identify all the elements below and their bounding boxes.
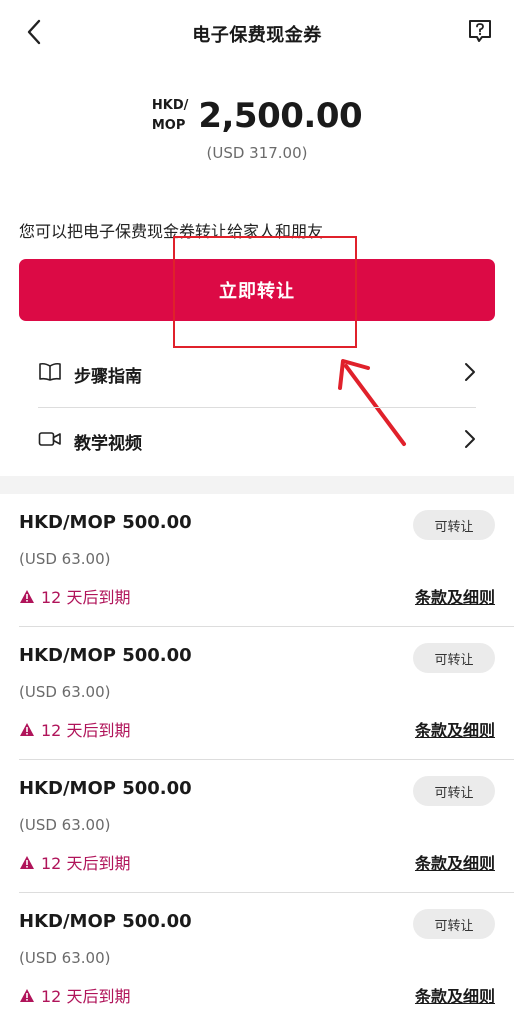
voucher-amount: HKD/MOP 500.00: [19, 778, 192, 799]
terms-link[interactable]: 条款及细则: [415, 983, 495, 1007]
warning-triangle-icon: [19, 855, 35, 870]
transferable-badge: 可转让: [413, 909, 495, 939]
transferable-badge: 可转让: [413, 643, 495, 673]
voucher-expiry: 12 天后到期: [19, 983, 130, 1007]
warning-triangle-icon: [19, 589, 35, 604]
voucher-usd: (USD 63.00): [19, 550, 111, 568]
header-bar: 电子保费现金券: [0, 0, 514, 68]
terms-link[interactable]: 条款及细则: [415, 584, 495, 608]
voucher-expiry: 12 天后到期: [19, 850, 130, 874]
voucher-item: HKD/MOP 500.00 (USD 63.00) 可转让 12 天后到期 条…: [0, 893, 514, 1024]
voucher-item: HKD/MOP 500.00 (USD 63.00) 可转让 12 天后到期 条…: [0, 627, 514, 760]
voucher-page: 电子保费现金券 HKD/ MOP 2,500.00 (USD 317.00) 您…: [0, 0, 514, 1024]
voucher-amount: HKD/MOP 500.00: [19, 645, 192, 666]
voucher-amount: HKD/MOP 500.00: [19, 512, 192, 533]
voucher-expiry-text: 12 天后到期: [41, 987, 131, 1006]
page-title: 电子保费现金券: [192, 25, 322, 46]
voucher-expiry: 12 天后到期: [19, 584, 130, 608]
currency-label: HKD/ MOP: [151, 98, 189, 133]
voucher-expiry-text: 12 天后到期: [41, 588, 131, 607]
tutorial-video-row[interactable]: 教学视频: [38, 408, 476, 474]
voucher-item: HKD/MOP 500.00 (USD 63.00) 可转让 12 天后到期 条…: [0, 760, 514, 893]
voucher-usd: (USD 63.00): [19, 949, 111, 967]
terms-link[interactable]: 条款及细则: [415, 717, 495, 741]
chevron-right-icon: [464, 429, 476, 453]
voucher-usd: (USD 63.00): [19, 816, 111, 834]
terms-link[interactable]: 条款及细则: [415, 850, 495, 874]
video-camera-icon: [38, 430, 62, 452]
warning-triangle-icon: [19, 988, 35, 1003]
tutorial-video-label: 教学视频: [74, 433, 142, 454]
chevron-right-icon: [464, 362, 476, 386]
step-guide-label: 步骤指南: [74, 366, 142, 387]
transferable-badge: 可转让: [413, 510, 495, 540]
warning-triangle-icon: [19, 722, 35, 737]
book-icon: [38, 362, 62, 386]
voucher-expiry-text: 12 天后到期: [41, 721, 131, 740]
total-amount: 2,500.00: [198, 96, 363, 136]
voucher-item: HKD/MOP 500.00 (USD 63.00) 可转让 12 天后到期 条…: [0, 494, 514, 627]
voucher-expiry: 12 天后到期: [19, 717, 130, 741]
total-amount-section: HKD/ MOP 2,500.00 (USD 317.00): [0, 94, 514, 162]
help-question-icon: [467, 18, 493, 48]
voucher-amount: HKD/MOP 500.00: [19, 911, 192, 932]
total-usd-equivalent: (USD 317.00): [206, 144, 308, 162]
step-guide-row[interactable]: 步骤指南: [38, 341, 476, 407]
voucher-usd: (USD 63.00): [19, 683, 111, 701]
voucher-expiry-text: 12 天后到期: [41, 854, 131, 873]
annotation-highlight-box: [173, 236, 357, 348]
transferable-badge: 可转让: [413, 776, 495, 806]
help-button[interactable]: [464, 17, 496, 49]
section-separator: [0, 476, 514, 494]
